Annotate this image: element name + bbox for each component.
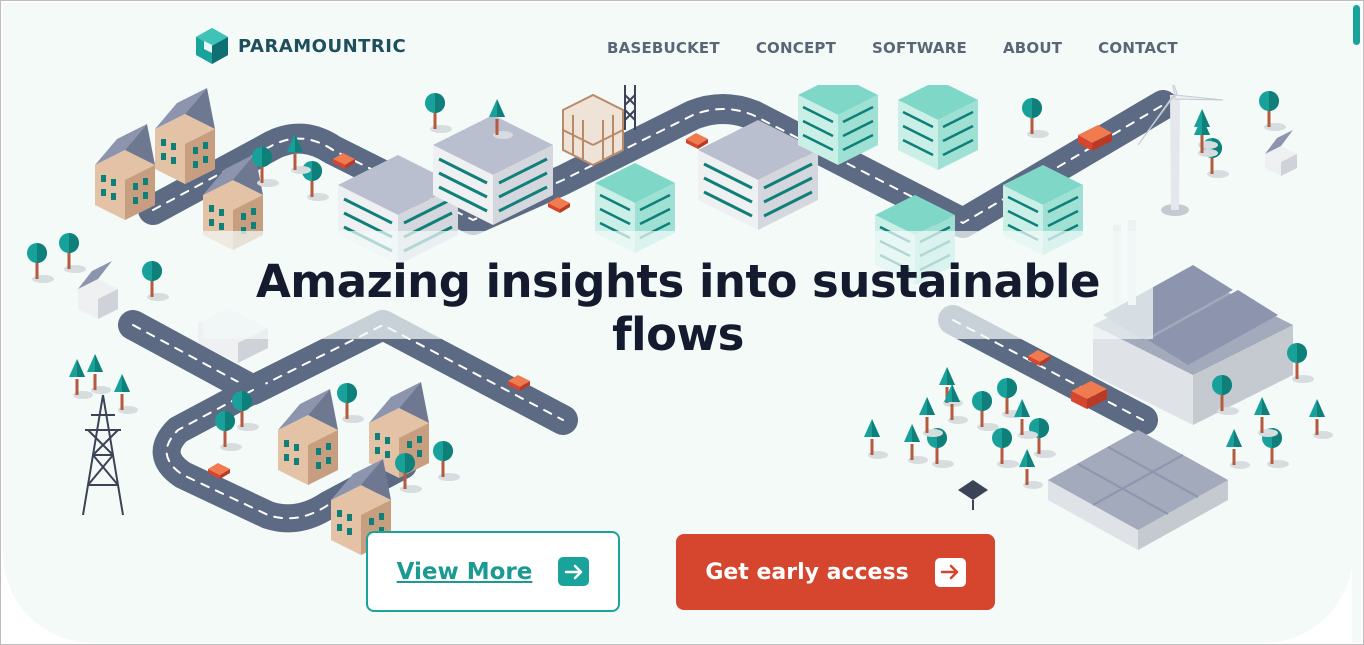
arrow-right-icon <box>558 557 590 586</box>
nav-item-contact[interactable]: CONTACT <box>1098 39 1178 57</box>
hexagon-cube-icon <box>196 28 228 64</box>
nav-item-basebucket[interactable]: BASEBUCKET <box>607 39 720 57</box>
browser-viewport: PARAMOUNTRIC BASEBUCKET CONCEPT SOFTWARE… <box>0 0 1364 645</box>
view-more-label: View More <box>396 558 533 585</box>
vertical-scrollbar[interactable] <box>1352 3 1361 643</box>
get-early-access-button[interactable]: Get early access <box>676 534 995 610</box>
arrow-right-icon <box>934 557 966 587</box>
nav-item-software[interactable]: SOFTWARE <box>872 39 967 57</box>
early-access-label: Get early access <box>705 559 909 585</box>
scrollbar-thumb[interactable] <box>1353 5 1360 45</box>
nav-item-about[interactable]: ABOUT <box>1003 39 1062 57</box>
brand-name: PARAMOUNTRIC <box>238 35 407 57</box>
main-nav: BASEBUCKET CONCEPT SOFTWARE ABOUT CONTAC… <box>607 39 1178 57</box>
nav-item-concept[interactable]: CONCEPT <box>756 39 836 57</box>
hero-section: PARAMOUNTRIC BASEBUCKET CONCEPT SOFTWARE… <box>3 3 1353 643</box>
brand-logo[interactable]: PARAMOUNTRIC <box>195 27 406 65</box>
hero-headline: Amazing insights into sustainable flows <box>255 255 1101 361</box>
view-more-button[interactable]: View More <box>366 531 620 612</box>
